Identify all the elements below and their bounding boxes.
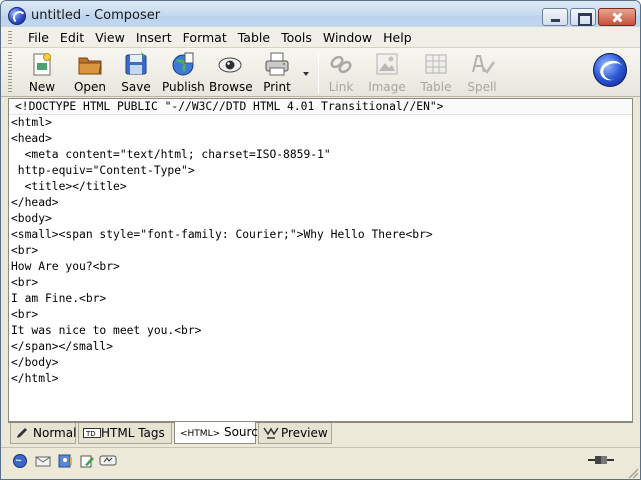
save-icon <box>122 50 150 78</box>
table-button[interactable]: Table <box>417 50 455 96</box>
open-button[interactable]: Open <box>71 50 109 96</box>
link-icon <box>327 50 355 78</box>
publish-button[interactable]: Publish <box>162 50 205 96</box>
source-line[interactable]: </span></small> <box>9 339 632 355</box>
print-label: Print <box>263 80 291 94</box>
link-label: Link <box>328 80 354 94</box>
tab-preview-label: Preview <box>281 426 328 440</box>
window-title: untitled - Composer <box>31 8 161 23</box>
publish-globe-icon <box>169 50 197 78</box>
source-line[interactable]: <head> <box>9 131 632 147</box>
composer-icon[interactable] <box>79 453 95 469</box>
print-button[interactable]: Print <box>259 50 295 96</box>
menu-window[interactable]: Window <box>318 30 377 45</box>
mail-icon[interactable] <box>35 453 51 469</box>
pencil-icon <box>15 426 30 440</box>
source-line[interactable]: <body> <box>9 211 632 227</box>
tab-normal-label: Normal <box>33 426 77 440</box>
table-icon <box>422 50 450 78</box>
edit-mode-tabbar: Normal TD HTML Tags <HTML> Source Previe… <box>8 422 633 444</box>
tab-preview[interactable]: Preview <box>258 423 332 444</box>
source-line[interactable]: <html> <box>9 115 632 131</box>
source-line[interactable]: I am Fine.<br> <box>9 291 632 307</box>
new-document-icon <box>28 50 56 78</box>
html-source-icon: <HTML> <box>180 429 221 439</box>
resize-grip[interactable] <box>628 468 638 478</box>
source-line[interactable]: <title></title> <box>9 179 632 195</box>
print-dropdown-arrow-icon[interactable] <box>303 72 309 76</box>
toolbar-grip[interactable] <box>8 52 12 94</box>
source-line[interactable]: <meta content="text/html; charset=ISO-88… <box>9 147 632 163</box>
new-label: New <box>28 80 56 94</box>
close-window-button[interactable] <box>598 8 636 26</box>
source-line[interactable]: How Are you?<br> <box>9 259 632 275</box>
minimize-button[interactable] <box>542 8 568 26</box>
source-line[interactable]: It was nice to meet you.<br> <box>9 323 632 339</box>
spellcheck-icon <box>468 50 496 78</box>
source-line[interactable]: </body> <box>9 355 632 371</box>
status-bar <box>1 447 640 479</box>
source-editor[interactable]: <!DOCTYPE HTML PUBLIC "-//W3C//DTD HTML … <box>8 98 633 422</box>
composition-toolbar: New Open Save Publish Browse Print Link … <box>1 47 640 97</box>
tab-html-tags[interactable]: TD HTML Tags <box>78 423 172 444</box>
spell-label: Spell <box>467 80 497 94</box>
link-button[interactable]: Link <box>324 50 358 96</box>
source-line[interactable]: <br> <box>9 243 632 259</box>
source-line[interactable]: http-equiv="Content-Type"> <box>9 163 632 179</box>
menu-help[interactable]: Help <box>378 30 417 45</box>
menu-table[interactable]: Table <box>233 30 275 45</box>
menu-file[interactable]: File <box>23 30 54 45</box>
menu-format[interactable]: Format <box>178 30 232 45</box>
source-line[interactable]: </head> <box>9 195 632 211</box>
menu-insert[interactable]: Insert <box>131 30 177 45</box>
source-line[interactable]: <br> <box>9 307 632 323</box>
save-label: Save <box>121 80 151 94</box>
menu-bar: File Edit View Insert Format Table Tools… <box>1 27 640 47</box>
doctype-line[interactable]: <!DOCTYPE HTML PUBLIC "-//W3C//DTD HTML … <box>9 99 632 115</box>
browse-label: Browse <box>209 80 253 94</box>
source-line[interactable]: <br> <box>9 275 632 291</box>
image-button[interactable]: Image <box>367 50 407 96</box>
open-label: Open <box>73 80 107 94</box>
menu-view[interactable]: View <box>90 30 130 45</box>
seamonkey-throbber-icon[interactable] <box>593 53 627 87</box>
new-button[interactable]: New <box>24 50 60 96</box>
spell-button[interactable]: Spell <box>465 50 499 96</box>
svg-text:TD: TD <box>85 430 96 438</box>
browse-button[interactable]: Browse <box>209 50 253 96</box>
td-tag-icon: TD <box>83 426 101 440</box>
composer-window: untitled - Composer File Edit View Inser… <box>0 0 641 480</box>
publish-label: Publish <box>162 80 205 94</box>
address-book-icon[interactable] <box>57 453 73 469</box>
printer-icon <box>263 50 291 78</box>
menu-edit[interactable]: Edit <box>55 30 89 45</box>
chat-icon[interactable] <box>99 453 117 469</box>
menu-tools[interactable]: Tools <box>276 30 317 45</box>
seamonkey-app-icon[interactable] <box>8 7 26 25</box>
tab-html-tags-label: HTML Tags <box>101 426 165 440</box>
maximize-button[interactable] <box>570 8 596 26</box>
image-icon <box>373 50 401 78</box>
toolbar-separator <box>318 53 319 93</box>
save-button[interactable]: Save <box>118 50 154 96</box>
source-line[interactable]: <small><span style="font-family: Courier… <box>9 227 632 243</box>
navigator-icon[interactable] <box>12 453 28 469</box>
table-label: Table <box>420 80 452 94</box>
preview-icon <box>263 426 279 440</box>
browse-eye-icon <box>216 50 244 78</box>
tab-source[interactable]: <HTML> Source <box>174 422 265 444</box>
source-line[interactable]: </html> <box>9 371 632 387</box>
folder-icon <box>76 50 104 78</box>
image-label: Image <box>368 80 406 94</box>
online-connection-icon[interactable] <box>587 453 615 467</box>
tab-normal[interactable]: Normal <box>10 423 76 444</box>
menubar-grip[interactable] <box>8 31 12 44</box>
